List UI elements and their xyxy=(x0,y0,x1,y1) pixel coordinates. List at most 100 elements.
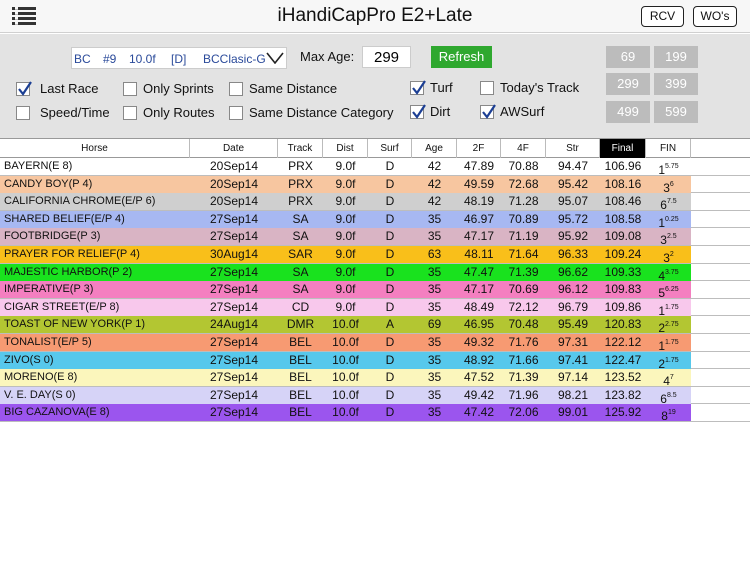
col-header-surf[interactable]: Surf xyxy=(368,139,412,158)
table-row[interactable]: PRAYER FOR RELIEF(P 4) 30Aug14 SAR 9.0f D 63 4… xyxy=(0,245,750,265)
age-499-button[interactable]: 499 xyxy=(606,101,650,123)
table-row[interactable]: TONALIST(E/P 5) 27Sep14 BEL 10.0f D 35 49.32 71… xyxy=(0,333,750,353)
cell-str: 95.42 xyxy=(546,175,600,193)
age-69-button[interactable]: 69 xyxy=(606,46,650,68)
col-header-fin[interactable]: FIN xyxy=(646,139,691,158)
cell-final: 120.83 xyxy=(600,316,646,334)
cell-4f: 71.19 xyxy=(501,228,546,246)
table-row[interactable]: BAYERN(E 8) 20Sep14 PRX 9.0f D 42 47.89 70.88 94… xyxy=(0,158,750,177)
fin-lengths: 6 xyxy=(669,180,674,188)
cell-dist: 10.0f xyxy=(323,369,368,387)
fin-lengths: 2 xyxy=(669,250,674,258)
cell-fin: 11.75 xyxy=(646,333,691,353)
cell-str: 96.79 xyxy=(546,298,600,316)
race-selector[interactable]: BC #9 10.0f [D] BCClasic-G xyxy=(71,47,287,69)
cell-fin: 32.5 xyxy=(646,228,691,247)
table-row[interactable]: MAJESTIC HARBOR(P 2) 27Sep14 SA 9.0f D 35 47.4… xyxy=(0,263,750,283)
checkmark-icon xyxy=(412,103,426,119)
table-row[interactable]: TOAST OF NEW YORK(P 1) 24Aug14 DMR 10.0f A 69… xyxy=(0,316,750,335)
filter-panel: BC #9 10.0f [D] BCClasic-G Max Age: Refr… xyxy=(0,34,750,138)
cell-2f: 47.42 xyxy=(457,404,501,422)
cell-age: 35 xyxy=(412,228,457,246)
cell-4f: 72.12 xyxy=(501,298,546,316)
cell-track: PRX xyxy=(278,158,323,175)
cell-dist: 9.0f xyxy=(323,263,368,281)
cell-track: BEL xyxy=(278,351,323,369)
cell-2f: 46.97 xyxy=(457,210,501,228)
fin-lengths: 2.75 xyxy=(665,321,679,329)
same-distance-checkbox[interactable]: Same Distance xyxy=(229,81,337,96)
col-header-horse[interactable]: Horse xyxy=(0,139,190,158)
cell-surf: D xyxy=(368,404,412,422)
turf-checkbox[interactable]: Turf xyxy=(410,79,453,95)
age-299-button[interactable]: 299 xyxy=(606,73,650,95)
cell-surf: D xyxy=(368,298,412,316)
table-row[interactable]: MORENO(E 8) 27Sep14 BEL 10.0f D 35 47.52 71.39 9… xyxy=(0,369,750,388)
refresh-button[interactable]: Refresh xyxy=(431,46,492,68)
cell-horse: PRAYER FOR RELIEF(P 4) xyxy=(0,245,190,263)
checkmark-icon xyxy=(18,80,32,96)
cell-fin: 68.5 xyxy=(646,386,691,406)
cell-4f: 70.69 xyxy=(501,281,546,299)
age-599-button[interactable]: 599 xyxy=(654,101,698,123)
cell-date: 30Aug14 xyxy=(190,245,278,263)
cell-dist: 10.0f xyxy=(323,351,368,369)
cell-fin: 10.25 xyxy=(646,210,691,230)
cell-age: 63 xyxy=(412,245,457,263)
cell-horse: CANDY BOY(P 4) xyxy=(0,175,190,193)
cell-4f: 71.64 xyxy=(501,245,546,263)
cell-4f: 71.66 xyxy=(501,351,546,369)
cell-final: 109.83 xyxy=(600,281,646,299)
cell-str: 95.72 xyxy=(546,210,600,228)
workouts-button[interactable]: WO's xyxy=(693,6,737,27)
table-row[interactable]: CIGAR STREET(E/P 8) 27Sep14 CD 9.0f D 35 48.49… xyxy=(0,298,750,318)
cell-2f: 47.52 xyxy=(457,369,501,387)
cell-4f: 71.96 xyxy=(501,386,546,404)
todays-track-checkbox[interactable]: Today's Track xyxy=(480,80,579,95)
checkbox-box xyxy=(229,105,243,120)
cell-fin: 43.75 xyxy=(646,263,691,283)
table-row[interactable]: ZIVO(S 0) 27Sep14 BEL 10.0f D 35 48.92 71.66 97.… xyxy=(0,351,750,371)
col-header-final[interactable]: Final xyxy=(600,139,646,158)
cell-horse: IMPERATIVE(P 3) xyxy=(0,281,190,299)
last-race-checkbox[interactable]: Last Race xyxy=(16,80,99,96)
table-row[interactable]: FOOTBRIDGE(P 3) 27Sep14 SA 9.0f D 35 47.17 71.1… xyxy=(0,228,750,247)
chevron-down-icon xyxy=(266,52,284,64)
same-distance-category-checkbox[interactable]: Same Distance Category xyxy=(229,105,394,120)
rcv-button[interactable]: RCV xyxy=(641,6,684,27)
cell-str: 94.47 xyxy=(546,158,600,175)
cell-str: 97.31 xyxy=(546,333,600,351)
table-row[interactable]: CANDY BOY(P 4) 20Sep14 PRX 9.0f D 42 49.59 72.6… xyxy=(0,175,750,195)
age-399-button[interactable]: 399 xyxy=(654,73,698,95)
table-row[interactable]: SHARED BELIEF(E/P 4) 27Sep14 SA 9.0f D 35 46.9… xyxy=(0,210,750,230)
cell-track: DMR xyxy=(278,316,323,334)
table-row[interactable]: BIG CAZANOVA(E 8) 27Sep14 BEL 10.0f D 35 47.42… xyxy=(0,404,750,423)
col-header-2f[interactable]: 2F xyxy=(457,139,501,158)
col-header-track[interactable]: Track xyxy=(278,139,323,158)
only-routes-checkbox[interactable]: Only Routes xyxy=(123,105,215,120)
age-199-button[interactable]: 199 xyxy=(654,46,698,68)
race-results-table: Horse Date Track Dist Surf Age 2F 4F Str… xyxy=(0,138,750,423)
dirt-checkbox[interactable]: Dirt xyxy=(410,103,450,119)
table-row[interactable]: CALIFORNIA CHROME(E/P 6) 20Sep14 PRX 9.0f D 4… xyxy=(0,193,750,212)
col-header-age[interactable]: Age xyxy=(412,139,457,158)
col-header-dist[interactable]: Dist xyxy=(323,139,368,158)
col-header-str[interactable]: Str xyxy=(546,139,600,158)
same-distance-category-label: Same Distance Category xyxy=(249,105,394,120)
max-age-input[interactable] xyxy=(362,46,411,68)
awsurf-checkbox[interactable]: AWSurf xyxy=(480,103,544,119)
cell-surf: D xyxy=(368,228,412,246)
cell-date: 20Sep14 xyxy=(190,193,278,211)
table-header: Horse Date Track Dist Surf Age 2F 4F Str… xyxy=(0,138,750,158)
only-sprints-checkbox[interactable]: Only Sprints xyxy=(123,81,214,96)
cell-age: 42 xyxy=(412,175,457,193)
cell-fin: 819 xyxy=(646,404,691,423)
cell-date: 27Sep14 xyxy=(190,351,278,369)
col-header-date[interactable]: Date xyxy=(190,139,278,158)
table-row[interactable]: V. E. DAY(S 0) 27Sep14 BEL 10.0f D 35 49.42 71.… xyxy=(0,386,750,406)
cell-date: 27Sep14 xyxy=(190,369,278,387)
table-row[interactable]: IMPERATIVE(P 3) 27Sep14 SA 9.0f D 35 47.17 70.6… xyxy=(0,281,750,300)
speed-time-checkbox[interactable]: Speed/Time xyxy=(16,105,110,120)
cell-final: 106.96 xyxy=(600,158,646,175)
col-header-4f[interactable]: 4F xyxy=(501,139,546,158)
